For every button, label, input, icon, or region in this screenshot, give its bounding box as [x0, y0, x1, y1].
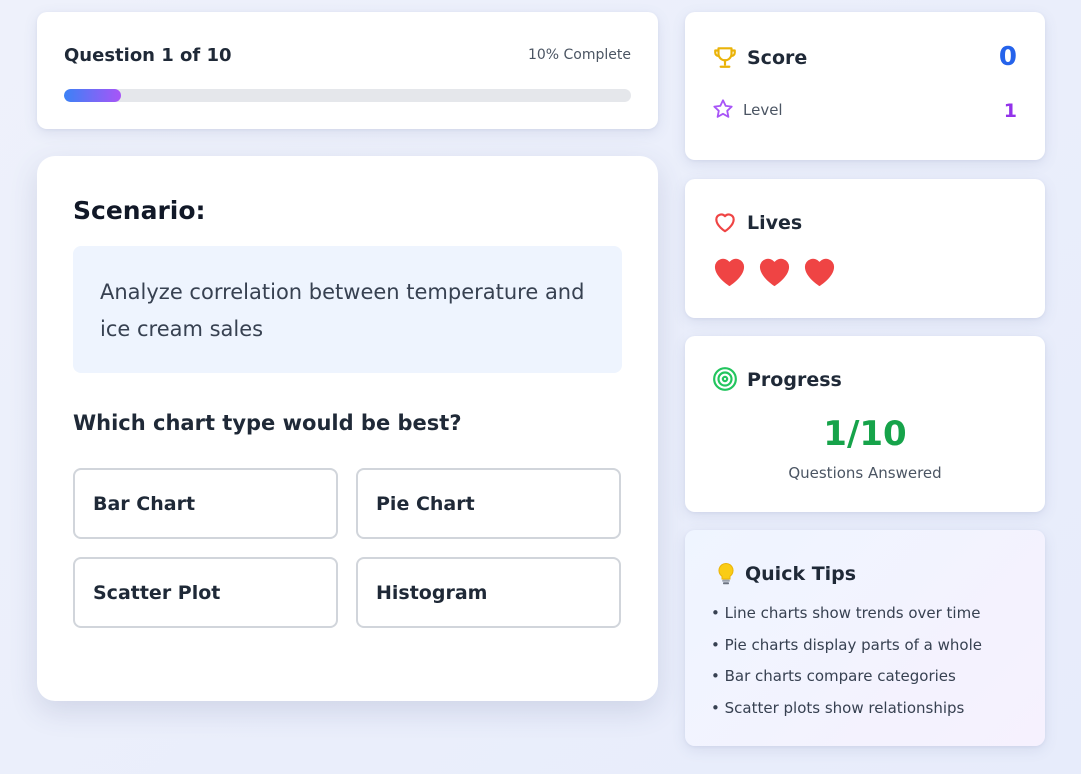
- star-icon: [712, 98, 734, 120]
- tip-item: • Pie charts display parts of a whole: [711, 635, 982, 654]
- heart-icon: [757, 255, 792, 292]
- option-pie-chart-button[interactable]: Pie Chart: [356, 468, 621, 539]
- option-scatter-plot-button[interactable]: Scatter Plot: [73, 557, 338, 628]
- progress-bar: [64, 89, 631, 102]
- scenario-heading: Scenario:: [73, 196, 206, 225]
- questions-answered-value: 1/10: [823, 414, 907, 454]
- lightbulb-icon: [715, 562, 737, 586]
- level-label: Level: [743, 101, 783, 119]
- question-counter: Question 1 of 10: [64, 45, 232, 66]
- level-value: 1: [1003, 100, 1017, 122]
- progress-header-card: Question 1 of 10 10% Complete: [37, 12, 658, 129]
- lives-card: Lives: [685, 179, 1045, 318]
- quick-tips-title: Quick Tips: [745, 563, 857, 585]
- question-card: Scenario: Analyze correlation between te…: [37, 156, 658, 701]
- quick-tips-card: Quick Tips • Line charts show trends ove…: [685, 530, 1045, 746]
- progress-stat-card: Progress 1/10 Questions Answered: [685, 336, 1045, 512]
- heart-outline-icon: [712, 209, 738, 235]
- tip-item: • Line charts show trends over time: [711, 604, 981, 622]
- target-icon: [712, 366, 738, 392]
- trophy-icon: [712, 44, 738, 70]
- tips-list: • Line charts show trends over time • Pi…: [711, 603, 982, 729]
- scenario-box: Analyze correlation between temperature …: [73, 246, 622, 373]
- score-title: Score: [747, 47, 808, 69]
- lives-hearts: [712, 255, 837, 292]
- completion-percent: 10% Complete: [527, 47, 631, 63]
- lives-title: Lives: [747, 212, 803, 234]
- progress-bar-fill: [64, 89, 121, 102]
- question-prompt: Which chart type would be best?: [73, 411, 462, 435]
- scenario-text: Analyze correlation between temperature …: [100, 280, 585, 341]
- option-bar-chart-button[interactable]: Bar Chart: [73, 468, 338, 539]
- option-histogram-button[interactable]: Histogram: [356, 557, 621, 628]
- heart-icon: [712, 255, 747, 292]
- tip-item: • Scatter plots show relationships: [711, 698, 965, 717]
- score-card: Score 0 Level 1: [685, 12, 1045, 160]
- score-value: 0: [998, 42, 1017, 72]
- heart-icon: [802, 255, 837, 292]
- progress-title: Progress: [747, 369, 842, 391]
- tip-item: • Bar charts compare categories: [711, 667, 956, 685]
- questions-answered-label: Questions Answered: [788, 464, 942, 482]
